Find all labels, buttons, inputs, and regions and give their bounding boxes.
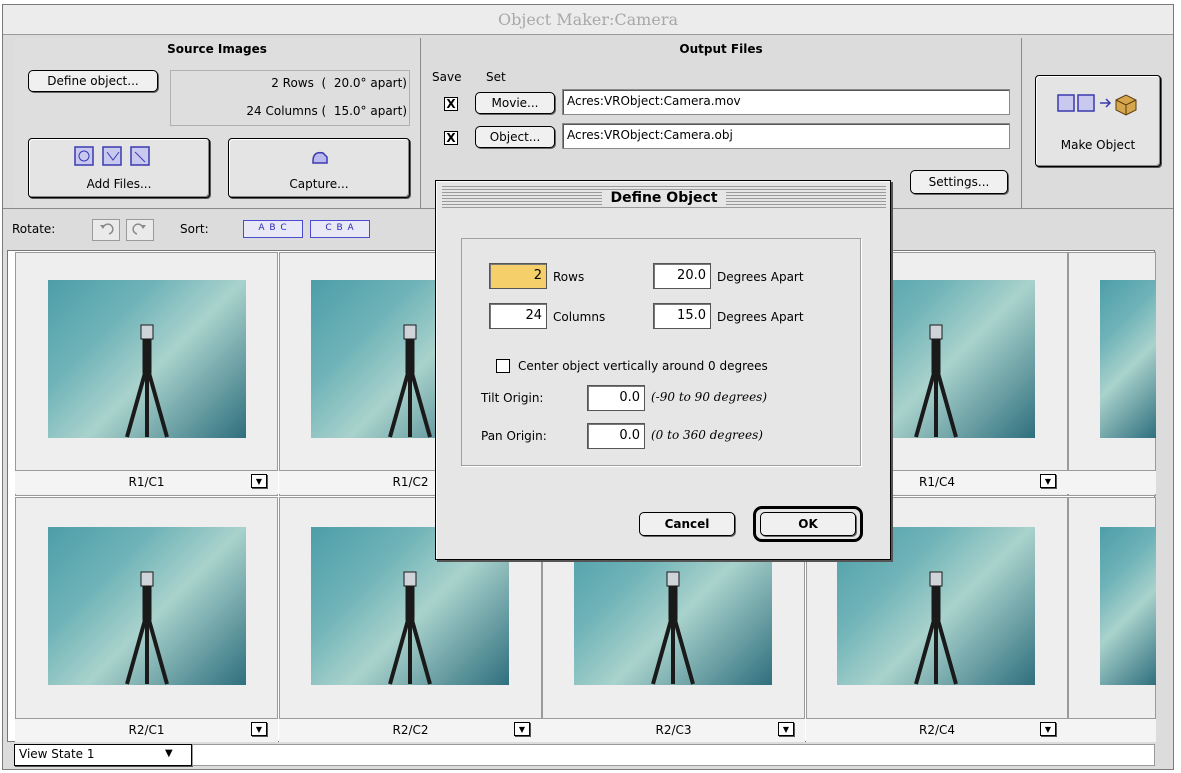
columns-degrees-field[interactable]: 15.0 (653, 303, 711, 329)
columns-label: Columns (553, 310, 606, 324)
tripod-camera (651, 571, 695, 685)
rows-label: Rows (553, 270, 585, 284)
chevron-down-icon: ▼ (165, 748, 173, 759)
tripod-camera (914, 324, 958, 438)
tilt-origin-hint: (-90 to 90 degrees) (651, 390, 768, 404)
pan-origin-field[interactable]: 0.0 (587, 423, 645, 449)
pan-origin-hint: (0 to 360 degrees) (651, 428, 763, 442)
tripod-camera (914, 571, 958, 685)
pan-origin-label: Pan Origin: (481, 429, 547, 443)
tilt-origin-label: Tilt Origin: (481, 391, 544, 405)
tilt-origin-field[interactable]: 0.0 (587, 385, 645, 411)
cancel-button[interactable]: Cancel (639, 512, 735, 536)
dialog-title: Define Object (602, 190, 726, 206)
columns-degrees-label: Degrees Apart (717, 310, 804, 324)
tripod-camera (388, 571, 432, 685)
tripod-camera (125, 324, 169, 438)
center-object-checkbox[interactable] (496, 359, 510, 373)
ok-button[interactable]: OK (760, 512, 856, 536)
status-strip (192, 744, 1155, 766)
dialog-title-bar: Define Object (442, 184, 886, 210)
tripod-camera (125, 571, 169, 685)
rows-degrees-field[interactable]: 20.0 (653, 263, 711, 289)
tripod-camera (388, 324, 432, 438)
center-object-label: Center object vertically around 0 degree… (518, 359, 768, 373)
view-state-label: View State 1 (19, 747, 95, 761)
view-state-popup[interactable]: View State 1 ▼ (14, 744, 192, 766)
rows-degrees-label: Degrees Apart (717, 270, 804, 284)
columns-field[interactable]: 24 (489, 303, 547, 329)
rows-field[interactable]: 2 (489, 263, 547, 289)
